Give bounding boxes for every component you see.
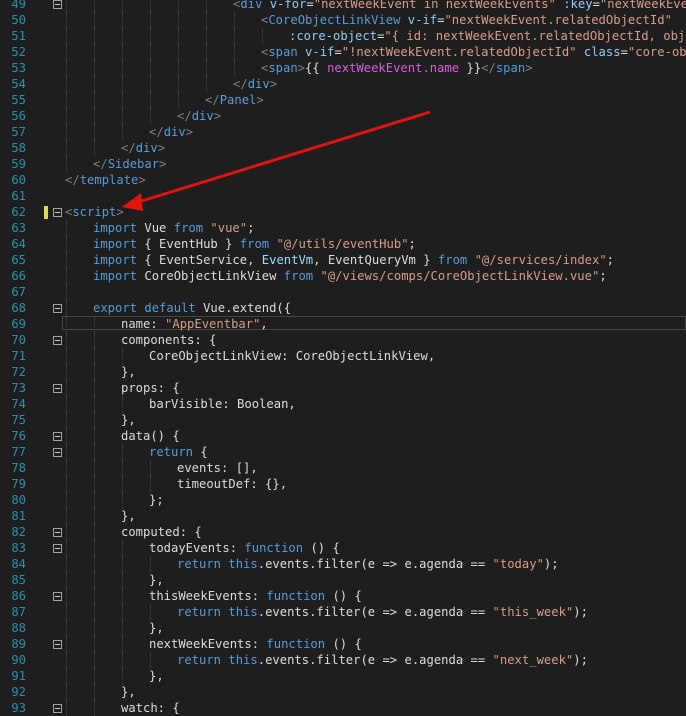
- red-arrow-annotation: [122, 110, 431, 211]
- arrow-shaft: [131, 110, 431, 206]
- arrow-head: [122, 193, 143, 211]
